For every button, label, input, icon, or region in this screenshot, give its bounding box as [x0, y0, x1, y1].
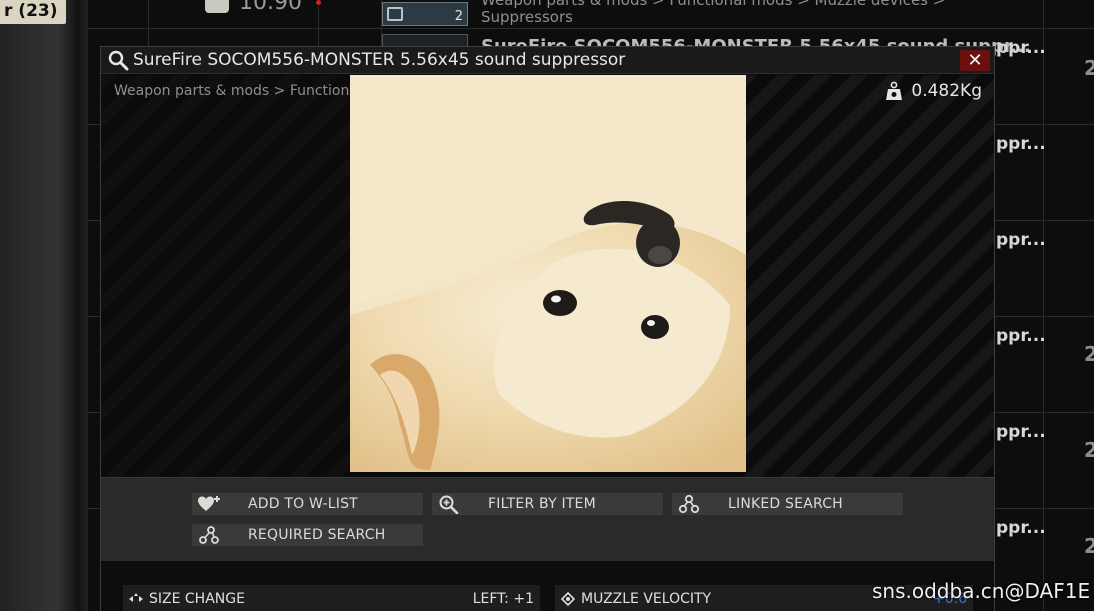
window-title: SureFire SOCOM556-MONSTER 5.56x45 sound … — [133, 50, 626, 70]
watermark-text: sns.oddba.cn@DAF1E — [872, 579, 1091, 603]
filter-tag[interactable]: r (23) — [0, 0, 66, 24]
linked-nodes-icon — [672, 494, 706, 514]
add-to-wishlist-button[interactable]: ADD TO W-LIST — [191, 492, 424, 516]
row-number: 2 — [1084, 56, 1094, 80]
row-number: 2 — [1084, 342, 1094, 366]
linked-search-button[interactable]: LINKED SEARCH — [671, 492, 904, 516]
row-title[interactable]: ppr... — [996, 422, 1046, 442]
item-inspect-window: SureFire SOCOM556-MONSTER 5.56x45 sound … — [100, 46, 995, 611]
price-value: 10.90 — [239, 0, 302, 15]
size-change-label: SIZE CHANGE — [149, 590, 245, 607]
heart-plus-icon — [192, 495, 226, 513]
background-price: 10.90 — [205, 0, 321, 15]
price-indicator-icon — [315, 0, 321, 5]
add-to-wishlist-label: ADD TO W-LIST — [248, 496, 358, 512]
row-title[interactable]: ppr... — [996, 230, 1046, 250]
row-number: 2 — [1084, 534, 1094, 558]
row-number: 2 — [1084, 438, 1094, 462]
muzzle-velocity-icon — [555, 591, 581, 606]
linked-search-label: LINKED SEARCH — [728, 496, 843, 512]
item-stats: SIZE CHANGE LEFT: +1 MUZZLE VELOCITY +0.… — [101, 561, 994, 611]
close-button[interactable]: ✕ — [960, 50, 990, 71]
muzzle-velocity-label: MUZZLE VELOCITY — [581, 590, 712, 607]
size-change-value: LEFT: +1 — [472, 590, 534, 607]
required-search-label: REQUIRED SEARCH — [248, 527, 386, 543]
preview-background-stripes — [101, 75, 351, 477]
row-title[interactable]: ppr... — [996, 38, 1046, 58]
action-bar: ADD TO W-LIST FILTER BY ITEM LINKED SEAR… — [101, 477, 994, 561]
item-icon — [387, 7, 403, 21]
window-titlebar[interactable]: SureFire SOCOM556-MONSTER 5.56x45 sound … — [101, 47, 994, 74]
row-title[interactable]: ppr... — [996, 518, 1046, 538]
row-title[interactable]: ppr... — [996, 134, 1046, 154]
weight-icon — [886, 81, 903, 100]
item-weight: 0.482Kg — [885, 81, 982, 101]
magnifier-icon — [108, 50, 129, 71]
item-image — [350, 75, 746, 472]
background-subcategory: Suppressors — [481, 8, 573, 26]
size-change-stat: SIZE CHANGE LEFT: +1 — [123, 585, 540, 611]
filter-by-item-button[interactable]: FILTER BY ITEM — [431, 492, 664, 516]
weight-value: 0.482Kg — [911, 81, 982, 101]
required-nodes-icon — [192, 525, 226, 545]
row-title[interactable]: ppr... — [996, 326, 1046, 346]
zoom-filter-icon — [432, 494, 466, 514]
item-count: 2 — [454, 9, 463, 24]
filter-by-item-label: FILTER BY ITEM — [488, 496, 596, 512]
item-preview-area[interactable]: Weapon parts & mods > Functiona 0.482Kg — [101, 75, 994, 477]
doge-image — [350, 75, 746, 472]
size-change-icon — [123, 592, 149, 606]
item-breadcrumb: Weapon parts & mods > Functiona — [114, 83, 358, 99]
background-shade — [60, 0, 90, 611]
required-search-button[interactable]: REQUIRED SEARCH — [191, 523, 424, 547]
rouble-icon — [205, 0, 229, 13]
background-category-path: Weapon parts & mods > Functional mods > … — [481, 0, 946, 9]
item-thumbnail[interactable]: 2 — [382, 2, 468, 26]
preview-background-stripes — [741, 75, 994, 477]
